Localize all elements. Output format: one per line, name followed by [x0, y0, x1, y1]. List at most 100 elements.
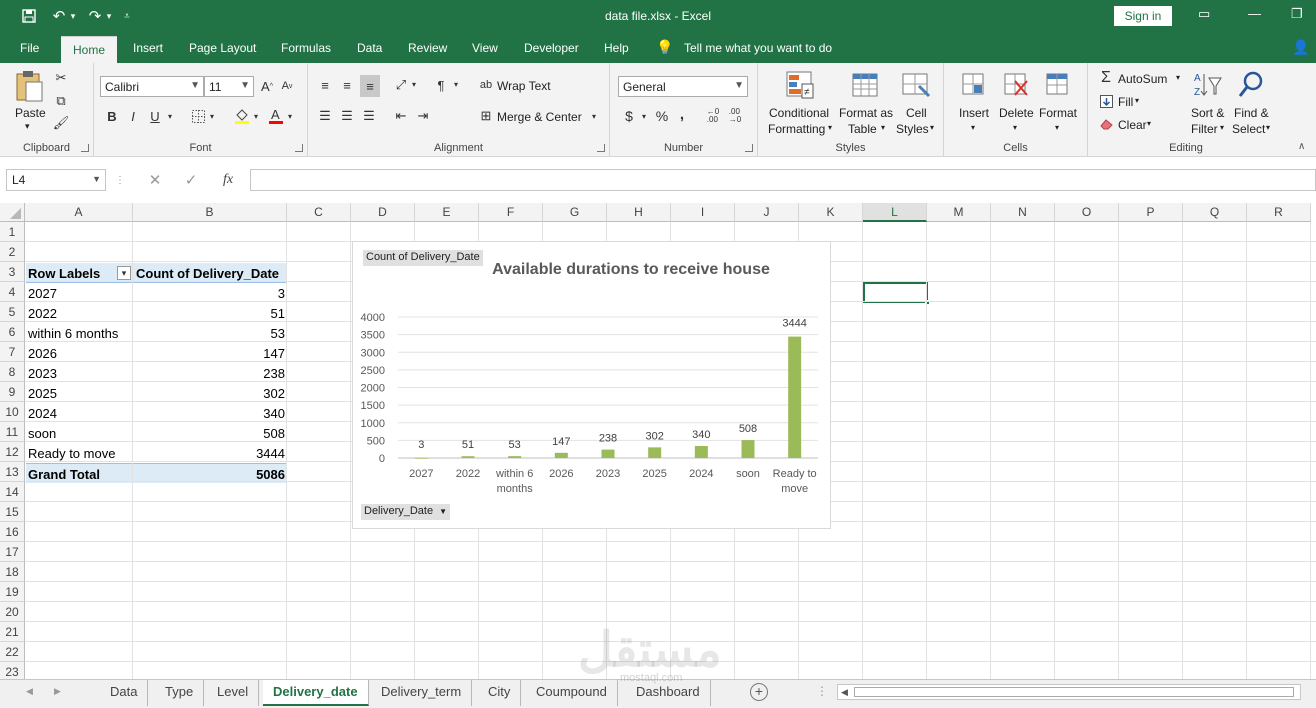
row-header-1[interactable]: 1: [0, 222, 25, 242]
tab-developer[interactable]: Developer: [524, 41, 579, 55]
pivot-row-label[interactable]: 2023: [26, 363, 134, 383]
sign-in-button[interactable]: Sign in: [1114, 6, 1172, 26]
select-all-corner[interactable]: [0, 203, 25, 222]
cell-styles-label-1[interactable]: Cell: [906, 106, 927, 120]
format-as-table-label-1[interactable]: Format as: [839, 106, 893, 120]
sheet-tab-data[interactable]: Data: [100, 680, 149, 706]
fill-color-icon[interactable]: [234, 107, 250, 125]
delete-dropdown-icon[interactable]: ▾: [1013, 123, 1017, 132]
row-header-21[interactable]: 21: [0, 622, 25, 642]
insert-cells-icon[interactable]: [960, 70, 988, 100]
sheet-tab-delivery-term[interactable]: Delivery_term: [371, 680, 473, 706]
minimize-icon[interactable]: —: [1248, 6, 1261, 21]
clear-button[interactable]: Clear: [1118, 118, 1147, 132]
conditional-formatting-icon[interactable]: ≠: [784, 69, 816, 101]
sort-filter-label-2[interactable]: Filter: [1191, 122, 1218, 136]
currency-dropdown-icon[interactable]: ▾: [640, 110, 648, 122]
chart-bar[interactable]: [741, 440, 755, 458]
chart-axis-field-button[interactable]: Delivery_Date ▼: [361, 504, 451, 520]
autosum-button[interactable]: AutoSum: [1118, 72, 1167, 86]
decrease-font-size-icon[interactable]: Av: [280, 79, 294, 93]
ribbon-display-options-icon[interactable]: ▭: [1198, 6, 1210, 22]
fill-button[interactable]: Fill: [1118, 95, 1133, 109]
column-header-p[interactable]: P: [1119, 203, 1183, 222]
font-color-icon[interactable]: A: [268, 107, 284, 125]
wrap-text-button[interactable]: Wrap Text: [497, 79, 551, 93]
column-header-m[interactable]: M: [927, 203, 991, 222]
find-select-dropdown-icon[interactable]: ▾: [1266, 123, 1270, 132]
insert-cells-button[interactable]: Insert: [959, 106, 989, 120]
pivot-row-label[interactable]: 2022: [26, 303, 134, 323]
column-header-b[interactable]: B: [133, 203, 287, 222]
borders-dropdown-icon[interactable]: ▾: [208, 110, 216, 122]
clear-dropdown-icon[interactable]: ▾: [1147, 119, 1151, 128]
pivot-row-value[interactable]: 508: [134, 423, 287, 443]
horizontal-scrollbar[interactable]: ◀: [837, 684, 1301, 700]
tab-file[interactable]: File: [20, 41, 39, 55]
scrollbar-thumb[interactable]: [854, 687, 1294, 697]
row-header-2[interactable]: 2: [0, 242, 25, 262]
format-dropdown-icon[interactable]: ▾: [1055, 123, 1059, 132]
autosum-dropdown-icon[interactable]: ▾: [1176, 73, 1180, 82]
row-header-16[interactable]: 16: [0, 522, 25, 542]
increase-font-size-icon[interactable]: A ^: [260, 79, 274, 94]
sort-filter-label-1[interactable]: Sort &: [1191, 106, 1224, 120]
currency-button[interactable]: $: [622, 108, 636, 124]
name-box[interactable]: L4 ▼: [6, 169, 106, 191]
pivot-row-label[interactable]: 2027: [26, 283, 134, 303]
column-header-f[interactable]: F: [479, 203, 543, 222]
tab-data[interactable]: Data: [357, 41, 382, 55]
format-cells-icon[interactable]: [1044, 70, 1072, 100]
pivot-row-value[interactable]: 147: [134, 343, 287, 363]
scroll-left-icon[interactable]: ◀: [841, 687, 848, 698]
decrease-indent-icon[interactable]: ⇤: [392, 107, 410, 125]
filter-dropdown-icon[interactable]: ▾: [117, 266, 131, 280]
row-header-20[interactable]: 20: [0, 602, 25, 622]
decrease-decimal-icon[interactable]: .00 →0: [726, 107, 744, 125]
pivot-row-label[interactable]: within 6 months: [26, 323, 134, 343]
row-header-13[interactable]: 13: [0, 462, 25, 482]
pivot-row-value[interactable]: 51: [134, 303, 287, 323]
scroll-sheets-left-icon[interactable]: ◀: [26, 686, 33, 697]
selected-cell-L4[interactable]: [863, 282, 928, 303]
align-right-icon[interactable]: ☰: [360, 107, 378, 125]
row-header-8[interactable]: 8: [0, 362, 25, 382]
column-header-e[interactable]: E: [415, 203, 479, 222]
column-header-a[interactable]: A: [25, 203, 133, 222]
tab-view[interactable]: View: [472, 41, 498, 55]
pivot-header-count[interactable]: Count of Delivery_Date: [134, 263, 287, 283]
font-name-combo[interactable]: Calibri ▼: [100, 76, 204, 97]
text-direction-dropdown-icon[interactable]: ▾: [452, 78, 460, 90]
align-middle-icon[interactable]: ≡: [338, 75, 356, 95]
row-header-18[interactable]: 18: [0, 562, 25, 582]
number-format-combo[interactable]: General ▼: [618, 76, 748, 97]
insert-function-icon[interactable]: fx: [218, 171, 238, 189]
merge-center-dropdown-icon[interactable]: ▾: [590, 110, 598, 122]
align-top-icon[interactable]: ≡: [316, 75, 334, 95]
column-header-l[interactable]: L: [863, 203, 927, 222]
sheet-tab-type[interactable]: Type: [155, 680, 205, 706]
borders-icon[interactable]: [190, 108, 206, 124]
alignment-launcher-icon[interactable]: [597, 144, 605, 152]
pivot-row-value[interactable]: 238: [134, 363, 287, 383]
chart-bar[interactable]: [694, 446, 708, 458]
paste-icon[interactable]: [12, 69, 46, 103]
italic-button[interactable]: I: [125, 108, 141, 124]
format-cells-button[interactable]: Format: [1039, 106, 1077, 120]
find-select-label-1[interactable]: Find &: [1234, 106, 1269, 120]
pivot-row-value[interactable]: 3444: [134, 443, 287, 463]
sort-filter-icon[interactable]: AZ: [1192, 70, 1222, 100]
chart-bar[interactable]: [508, 456, 522, 458]
row-header-3[interactable]: 3: [0, 262, 25, 282]
cut-icon[interactable]: ✂: [52, 70, 70, 86]
bold-button[interactable]: B: [104, 108, 120, 124]
merge-center-icon[interactable]: ⊞: [478, 107, 494, 125]
format-as-table-dropdown-icon[interactable]: ▾: [881, 123, 885, 132]
pivot-row-value[interactable]: 3: [134, 283, 287, 303]
tab-page-layout[interactable]: Page Layout: [189, 41, 256, 55]
sheet-tab-level[interactable]: Level: [207, 680, 260, 706]
column-header-r[interactable]: R: [1247, 203, 1311, 222]
tab-help[interactable]: Help: [604, 41, 629, 55]
align-bottom-icon[interactable]: ≡: [360, 75, 380, 97]
column-header-d[interactable]: D: [351, 203, 415, 222]
